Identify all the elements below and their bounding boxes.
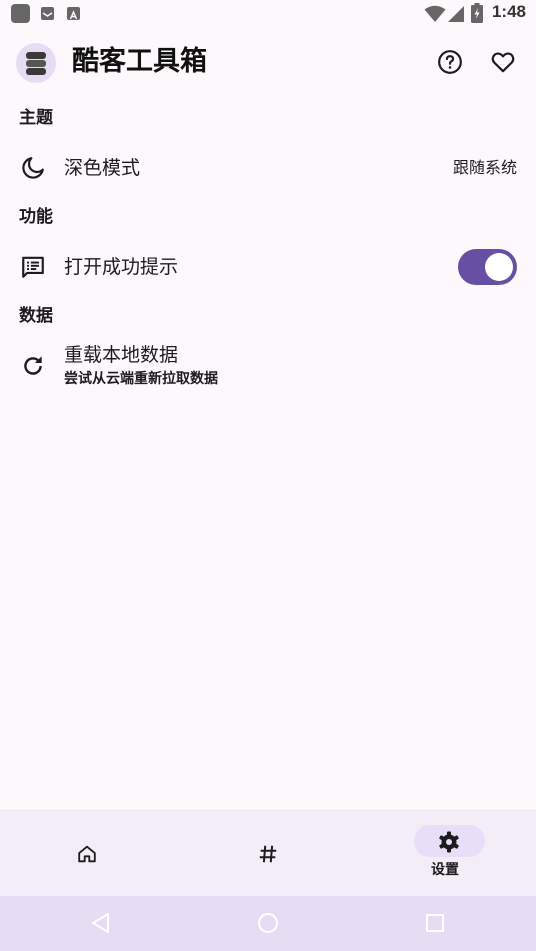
- system-navigation-bar: [0, 896, 536, 951]
- wifi-icon: [424, 5, 446, 22]
- mail-icon: [41, 7, 54, 20]
- reload-data-title: 重载本地数据: [64, 344, 179, 366]
- app-logo-icon: [16, 43, 56, 83]
- favorite-heart-icon: [491, 52, 515, 73]
- reload-data-subtitle: 尝试从云端重新拉取数据: [64, 371, 218, 387]
- status-bar: 1:48: [0, 0, 536, 28]
- switch-knob: [485, 253, 513, 281]
- hashtag-icon: [259, 845, 277, 863]
- success-tip-title: 打开成功提示: [64, 256, 179, 278]
- bottom-navigation: 设置: [0, 810, 536, 896]
- dark-mode-title: 深色模式: [64, 157, 141, 179]
- nav-hashtag[interactable]: [178, 811, 356, 897]
- favorite-button[interactable]: [481, 40, 525, 84]
- settings-gear-icon: [439, 831, 459, 853]
- nav-settings-label: 设置: [431, 862, 459, 878]
- nav-settings[interactable]: 设置: [358, 811, 536, 897]
- text-a-icon: [67, 7, 80, 20]
- section-header-data: 数据: [19, 306, 53, 326]
- success-tip-setting[interactable]: 打开成功提示: [0, 239, 536, 295]
- nav-home[interactable]: [0, 811, 178, 897]
- app-notification-icon: [11, 4, 30, 23]
- app-title: 酷客工具箱: [72, 46, 207, 77]
- home-circle-icon[interactable]: [257, 912, 279, 934]
- dark-mode-setting[interactable]: 深色模式 跟随系统: [0, 140, 536, 196]
- battery-charging-icon: [471, 3, 483, 23]
- status-time: 1:48: [491, 2, 526, 21]
- success-tip-switch[interactable]: [458, 249, 517, 285]
- section-header-features: 功能: [19, 207, 53, 227]
- refresh-icon: [19, 352, 47, 380]
- section-header-theme: 主题: [19, 108, 53, 128]
- moon-icon: [19, 154, 47, 182]
- home-icon: [78, 845, 96, 863]
- signal-icon: [448, 6, 464, 22]
- dark-mode-value: 跟随系统: [452, 158, 517, 177]
- recents-square-icon[interactable]: [425, 913, 445, 933]
- reload-data-setting[interactable]: 重载本地数据 尝试从云端重新拉取数据: [0, 338, 536, 398]
- help-button[interactable]: [428, 40, 472, 84]
- message-list-icon: [19, 253, 47, 281]
- back-triangle-icon[interactable]: [90, 912, 112, 934]
- help-icon: [438, 50, 462, 74]
